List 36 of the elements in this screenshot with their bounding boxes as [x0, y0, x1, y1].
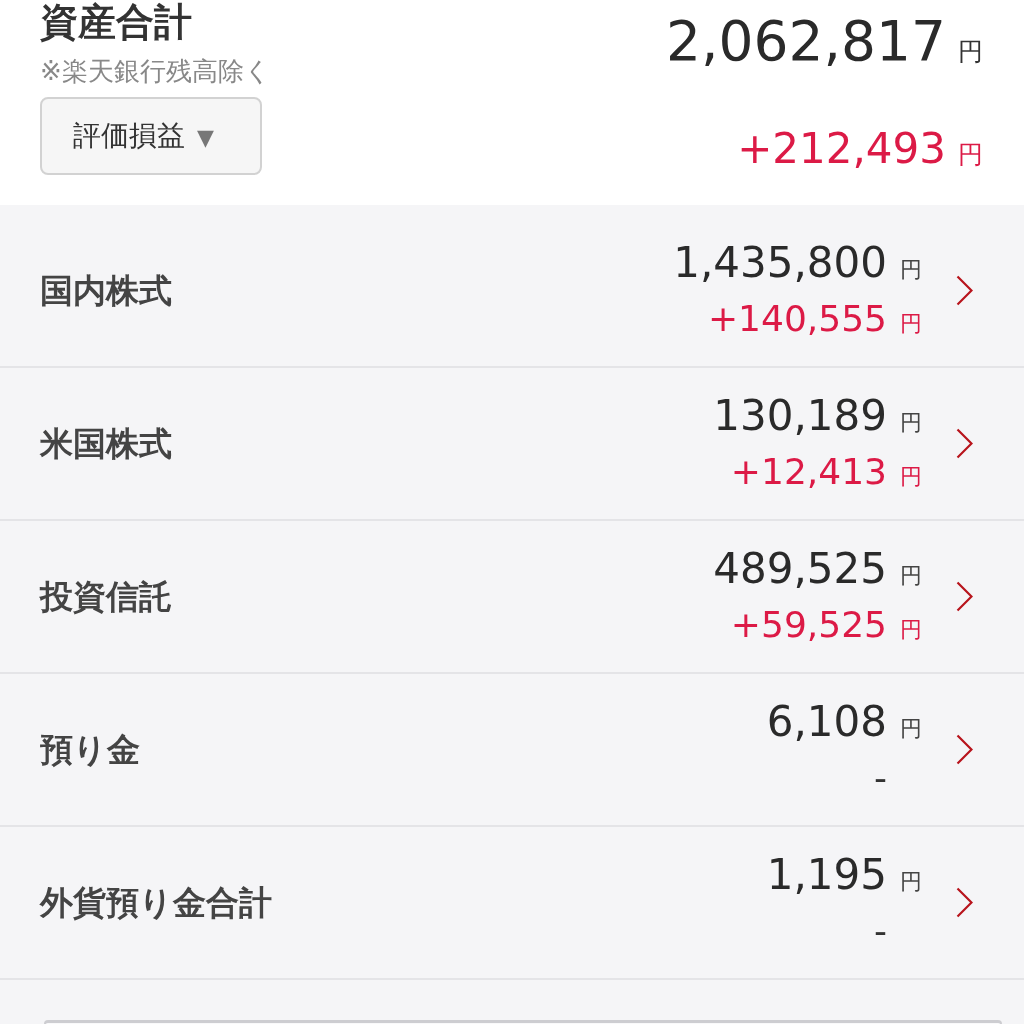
chevron-right-icon[interactable]: [956, 887, 973, 918]
section-title: 資産合計: [40, 0, 192, 44]
currency-unit: 円: [958, 37, 983, 66]
change-amount: +59,525: [730, 603, 887, 645]
currency-unit: 円: [958, 140, 983, 169]
amount-text: 130,189: [713, 390, 887, 440]
dropdown-button[interactable]: 評価損益 ▼: [40, 97, 262, 175]
chevron-right-icon[interactable]: [956, 581, 973, 612]
category-label: 預り金: [40, 728, 140, 771]
chevron-right-icon[interactable]: [956, 428, 973, 459]
dash-text: -: [874, 756, 887, 798]
currency-unit: 円: [900, 409, 922, 435]
amount-text: 1,435,800: [673, 237, 887, 287]
category-label: 米国株式: [40, 422, 172, 465]
change-amount: +12,413: [730, 450, 887, 492]
chevron-right-icon[interactable]: [956, 734, 973, 765]
category-label: 投資信託: [40, 575, 172, 618]
dash-text: -: [874, 909, 887, 951]
currency-unit: 円: [900, 463, 922, 489]
chevron-right-icon[interactable]: [956, 275, 973, 306]
change-amount: +140,555: [707, 297, 887, 339]
currency-unit: 円: [900, 310, 922, 336]
currency-unit: 円: [900, 256, 922, 282]
total-amount: 2,062,817: [666, 9, 946, 73]
amount-text: 6,108: [766, 696, 887, 746]
profit-amount: +212,493: [737, 124, 946, 173]
note-text: ※楽天銀行残高除く: [40, 56, 271, 86]
currency-unit: 円: [900, 868, 922, 894]
currency-unit: 円: [900, 715, 922, 741]
category-label: 国内株式: [40, 269, 172, 312]
amount-text: 489,525: [713, 543, 887, 593]
amount-text: 1,195: [766, 849, 887, 899]
category-label: 外貨預り金合計: [40, 881, 272, 924]
currency-unit: 円: [900, 562, 922, 588]
caret-icon: ▼: [197, 125, 214, 150]
currency-unit: 円: [900, 616, 922, 642]
